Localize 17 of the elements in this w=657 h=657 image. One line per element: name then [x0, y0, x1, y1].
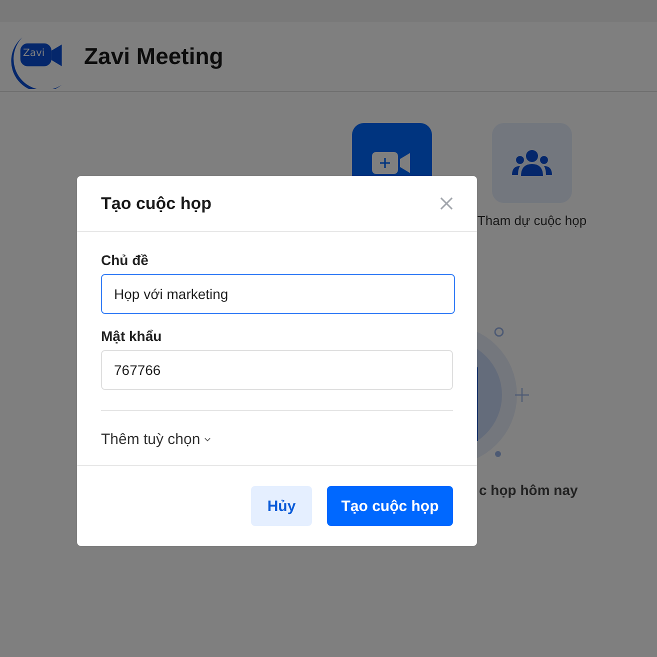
action-label: Tham dự cuộc họp — [477, 213, 587, 228]
field-label: Chủ đề — [101, 252, 150, 268]
more-options-link[interactable]: Thêm tuỳ chọn — [101, 431, 212, 448]
video-camera-plus-icon — [372, 149, 412, 177]
people-group-icon — [512, 149, 552, 177]
logo-text: Zavi — [23, 48, 45, 60]
join-meeting-button[interactable] — [492, 123, 572, 203]
app-title: Zavi Meeting — [84, 43, 224, 70]
today-meetings-label: c họp hôm nay — [479, 482, 578, 498]
input-field[interactable]: Họp với marketing — [101, 274, 455, 314]
chevron-down-icon — [204, 437, 212, 442]
dialog-title: Tạo cuộc họp — [101, 194, 212, 214]
create-meeting-button[interactable]: Tạo cuộc họp — [327, 486, 453, 526]
field-label: Mật khẩu — [101, 328, 163, 344]
input-field[interactable]: 767766 — [101, 350, 453, 390]
cancel-button[interactable]: Hủy — [251, 486, 312, 526]
close-icon[interactable] — [440, 197, 453, 210]
